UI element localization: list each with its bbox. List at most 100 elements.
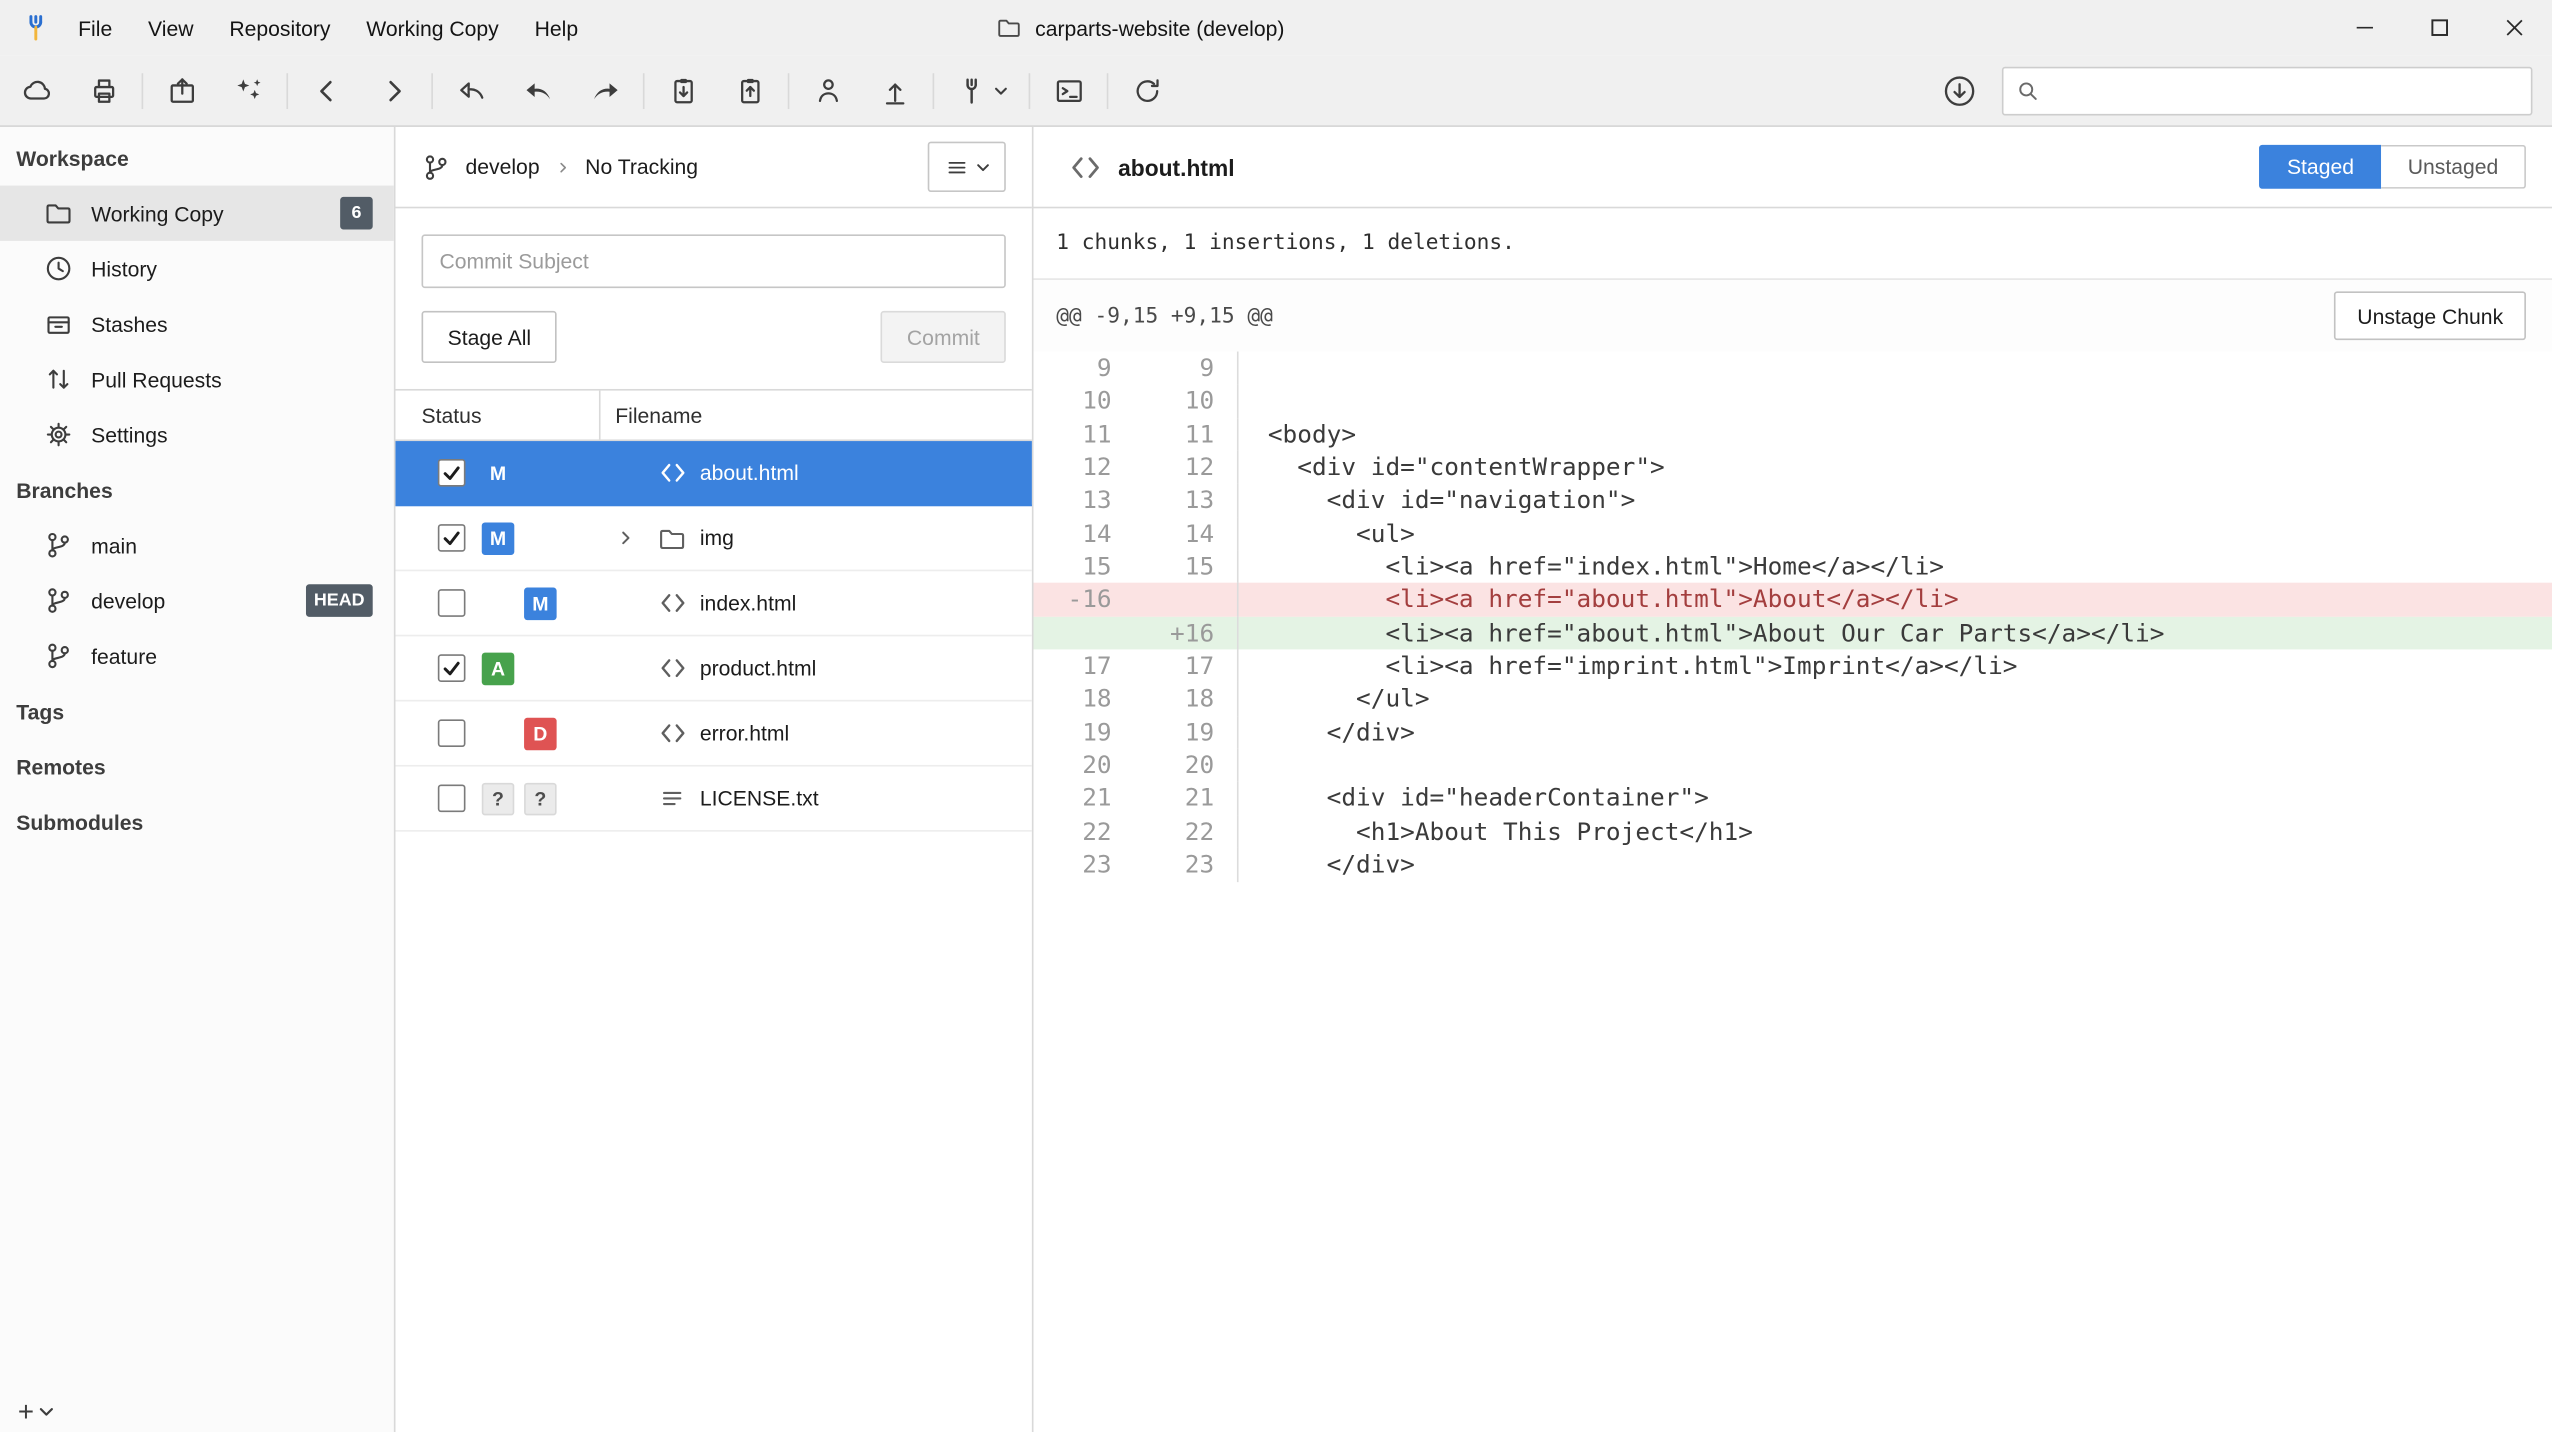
menu-repository[interactable]: Repository bbox=[211, 0, 348, 55]
old-line-number: 19 bbox=[1033, 716, 1111, 749]
open-terminal-button[interactable] bbox=[1035, 63, 1102, 118]
commit-button[interactable]: Commit bbox=[881, 311, 1006, 363]
file-row-license-txt[interactable]: ??LICENSE.txt bbox=[395, 767, 1031, 832]
stage-checkbox[interactable] bbox=[438, 784, 466, 812]
staged-status-badge: A bbox=[482, 652, 515, 685]
sidebar-section-tags[interactable]: Tags bbox=[0, 684, 394, 739]
commit-subject-input[interactable] bbox=[422, 234, 1006, 288]
download-updates-button[interactable] bbox=[1942, 72, 1978, 108]
folder-icon bbox=[658, 523, 689, 552]
checkout-button[interactable] bbox=[794, 63, 861, 118]
file-row-about-html[interactable]: Mabout.html bbox=[395, 441, 1031, 506]
sidebar-item-stashes[interactable]: Stashes bbox=[0, 296, 394, 351]
staged-status-badge: ? bbox=[482, 782, 515, 815]
sidebar-item-label: Working Copy bbox=[91, 201, 223, 225]
stage-checkbox[interactable] bbox=[438, 459, 466, 487]
sidebar-item-history[interactable]: History bbox=[0, 241, 394, 296]
sidebar-branch-develop[interactable]: developHEAD bbox=[0, 573, 394, 628]
new-line-number: 11 bbox=[1112, 418, 1215, 451]
unstage-chunk-button[interactable]: Unstage Chunk bbox=[2335, 291, 2526, 340]
head-badge: HEAD bbox=[306, 584, 373, 617]
forward-button[interactable] bbox=[360, 63, 427, 118]
file-name-cell: product.html bbox=[615, 653, 816, 684]
diff-line: 1515 <li><a href="index.html">Home</a></… bbox=[1033, 550, 2552, 583]
toolbar-separator bbox=[933, 72, 935, 108]
close-button[interactable] bbox=[2477, 0, 2552, 55]
file-row-index-html[interactable]: Mindex.html bbox=[395, 571, 1031, 636]
main-area: WorkspaceWorking Copy6History Stashes Pull… bbox=[0, 127, 2552, 1432]
menu-working-copy[interactable]: Working Copy bbox=[348, 0, 516, 55]
stage-checkbox[interactable] bbox=[438, 654, 466, 682]
tab-staged[interactable]: Staged bbox=[2259, 145, 2381, 189]
diff-line: -16 <li><a href="about.html">About</a></… bbox=[1033, 583, 2552, 616]
search-input[interactable] bbox=[2051, 76, 2520, 104]
maximize-button[interactable] bbox=[2402, 0, 2477, 55]
branch-menu-button[interactable] bbox=[928, 142, 1006, 192]
chevron-down-icon bbox=[994, 84, 1007, 97]
print-button[interactable] bbox=[70, 63, 137, 118]
sidebar-section-submodules[interactable]: Submodules bbox=[0, 794, 394, 849]
terminal-icon bbox=[1052, 74, 1085, 107]
file-name: index.html bbox=[700, 591, 796, 615]
sidebar-section-workspace[interactable]: Workspace bbox=[0, 130, 394, 185]
sidebar-branch-main[interactable]: main bbox=[0, 518, 394, 573]
fetch-button[interactable] bbox=[3, 63, 70, 118]
stage-checkbox[interactable] bbox=[438, 524, 466, 552]
menu-view[interactable]: View bbox=[130, 0, 211, 55]
file-row-img[interactable]: Mimg bbox=[395, 506, 1031, 571]
file-row-error-html[interactable]: Derror.html bbox=[395, 701, 1031, 766]
sidebar-item-pull-requests[interactable]: Pull Requests bbox=[0, 352, 394, 407]
menu-file[interactable]: File bbox=[60, 0, 130, 55]
branch-icon bbox=[422, 152, 451, 181]
sidebar-item-working-copy[interactable]: Working Copy6 bbox=[0, 186, 394, 241]
stage-checkbox[interactable] bbox=[438, 589, 466, 617]
diff-line: 1414 <ul> bbox=[1033, 517, 2552, 550]
column-divider bbox=[599, 391, 601, 440]
undo-button[interactable] bbox=[438, 63, 505, 118]
fork-menu-button[interactable] bbox=[939, 63, 1024, 118]
branch-icon bbox=[44, 531, 73, 560]
sidebar-section-remotes[interactable]: Remotes bbox=[0, 739, 394, 794]
tracking-label: No Tracking bbox=[585, 155, 698, 179]
window-title-text: carparts-website (develop) bbox=[1035, 15, 1284, 39]
chevron-right-icon bbox=[554, 159, 570, 175]
new-line-number: 20 bbox=[1112, 749, 1215, 782]
back-button[interactable] bbox=[293, 63, 360, 118]
push-button[interactable] bbox=[861, 63, 928, 118]
open-repository-button[interactable] bbox=[148, 63, 215, 118]
search-box[interactable] bbox=[2002, 66, 2533, 115]
stage-all-button[interactable]: Stage All bbox=[422, 311, 558, 363]
diff-code-text: <div id="contentWrapper"> bbox=[1237, 451, 2552, 484]
refresh-button[interactable] bbox=[1113, 63, 1180, 118]
sidebar-item-label: Stashes bbox=[91, 312, 167, 336]
toolbar-separator bbox=[788, 72, 790, 108]
sidebar-branch-feature[interactable]: feature bbox=[0, 628, 394, 683]
branch-header: develop No Tracking bbox=[395, 127, 1031, 208]
file-name: img bbox=[700, 526, 734, 550]
file-name: LICENSE.txt bbox=[700, 786, 819, 810]
sidebar-item-label: main bbox=[91, 533, 137, 557]
stash-button[interactable] bbox=[649, 63, 716, 118]
minimize-button[interactable] bbox=[2327, 0, 2402, 55]
stage-checkbox[interactable] bbox=[438, 719, 466, 747]
pop-stash-button[interactable] bbox=[716, 63, 783, 118]
sidebar-section-branches[interactable]: Branches bbox=[0, 462, 394, 517]
file-row-product-html[interactable]: Aproduct.html bbox=[395, 636, 1031, 701]
new-line-number: 23 bbox=[1112, 848, 1215, 881]
sidebar-item-settings[interactable]: Settings bbox=[0, 407, 394, 462]
rebase-button[interactable] bbox=[571, 63, 638, 118]
add-repository-button[interactable]: + bbox=[18, 1398, 54, 1426]
expand-chevron-icon[interactable] bbox=[615, 527, 657, 548]
new-line-number: 14 bbox=[1112, 517, 1215, 550]
old-line-number: 20 bbox=[1033, 749, 1111, 782]
menu-help[interactable]: Help bbox=[517, 0, 596, 55]
tab-unstaged[interactable]: Unstaged bbox=[2382, 145, 2526, 189]
cleanup-button[interactable] bbox=[215, 63, 282, 118]
merge-button[interactable] bbox=[505, 63, 572, 118]
menu-bar: FileViewRepositoryWorking CopyHelp bbox=[60, 0, 596, 55]
new-line-number: 9 bbox=[1112, 352, 1215, 385]
diff-line: 2121 <div id="headerContainer"> bbox=[1033, 782, 2552, 815]
diff-code-text bbox=[1237, 749, 2552, 782]
back-icon bbox=[310, 74, 343, 107]
old-line-number: 21 bbox=[1033, 782, 1111, 815]
